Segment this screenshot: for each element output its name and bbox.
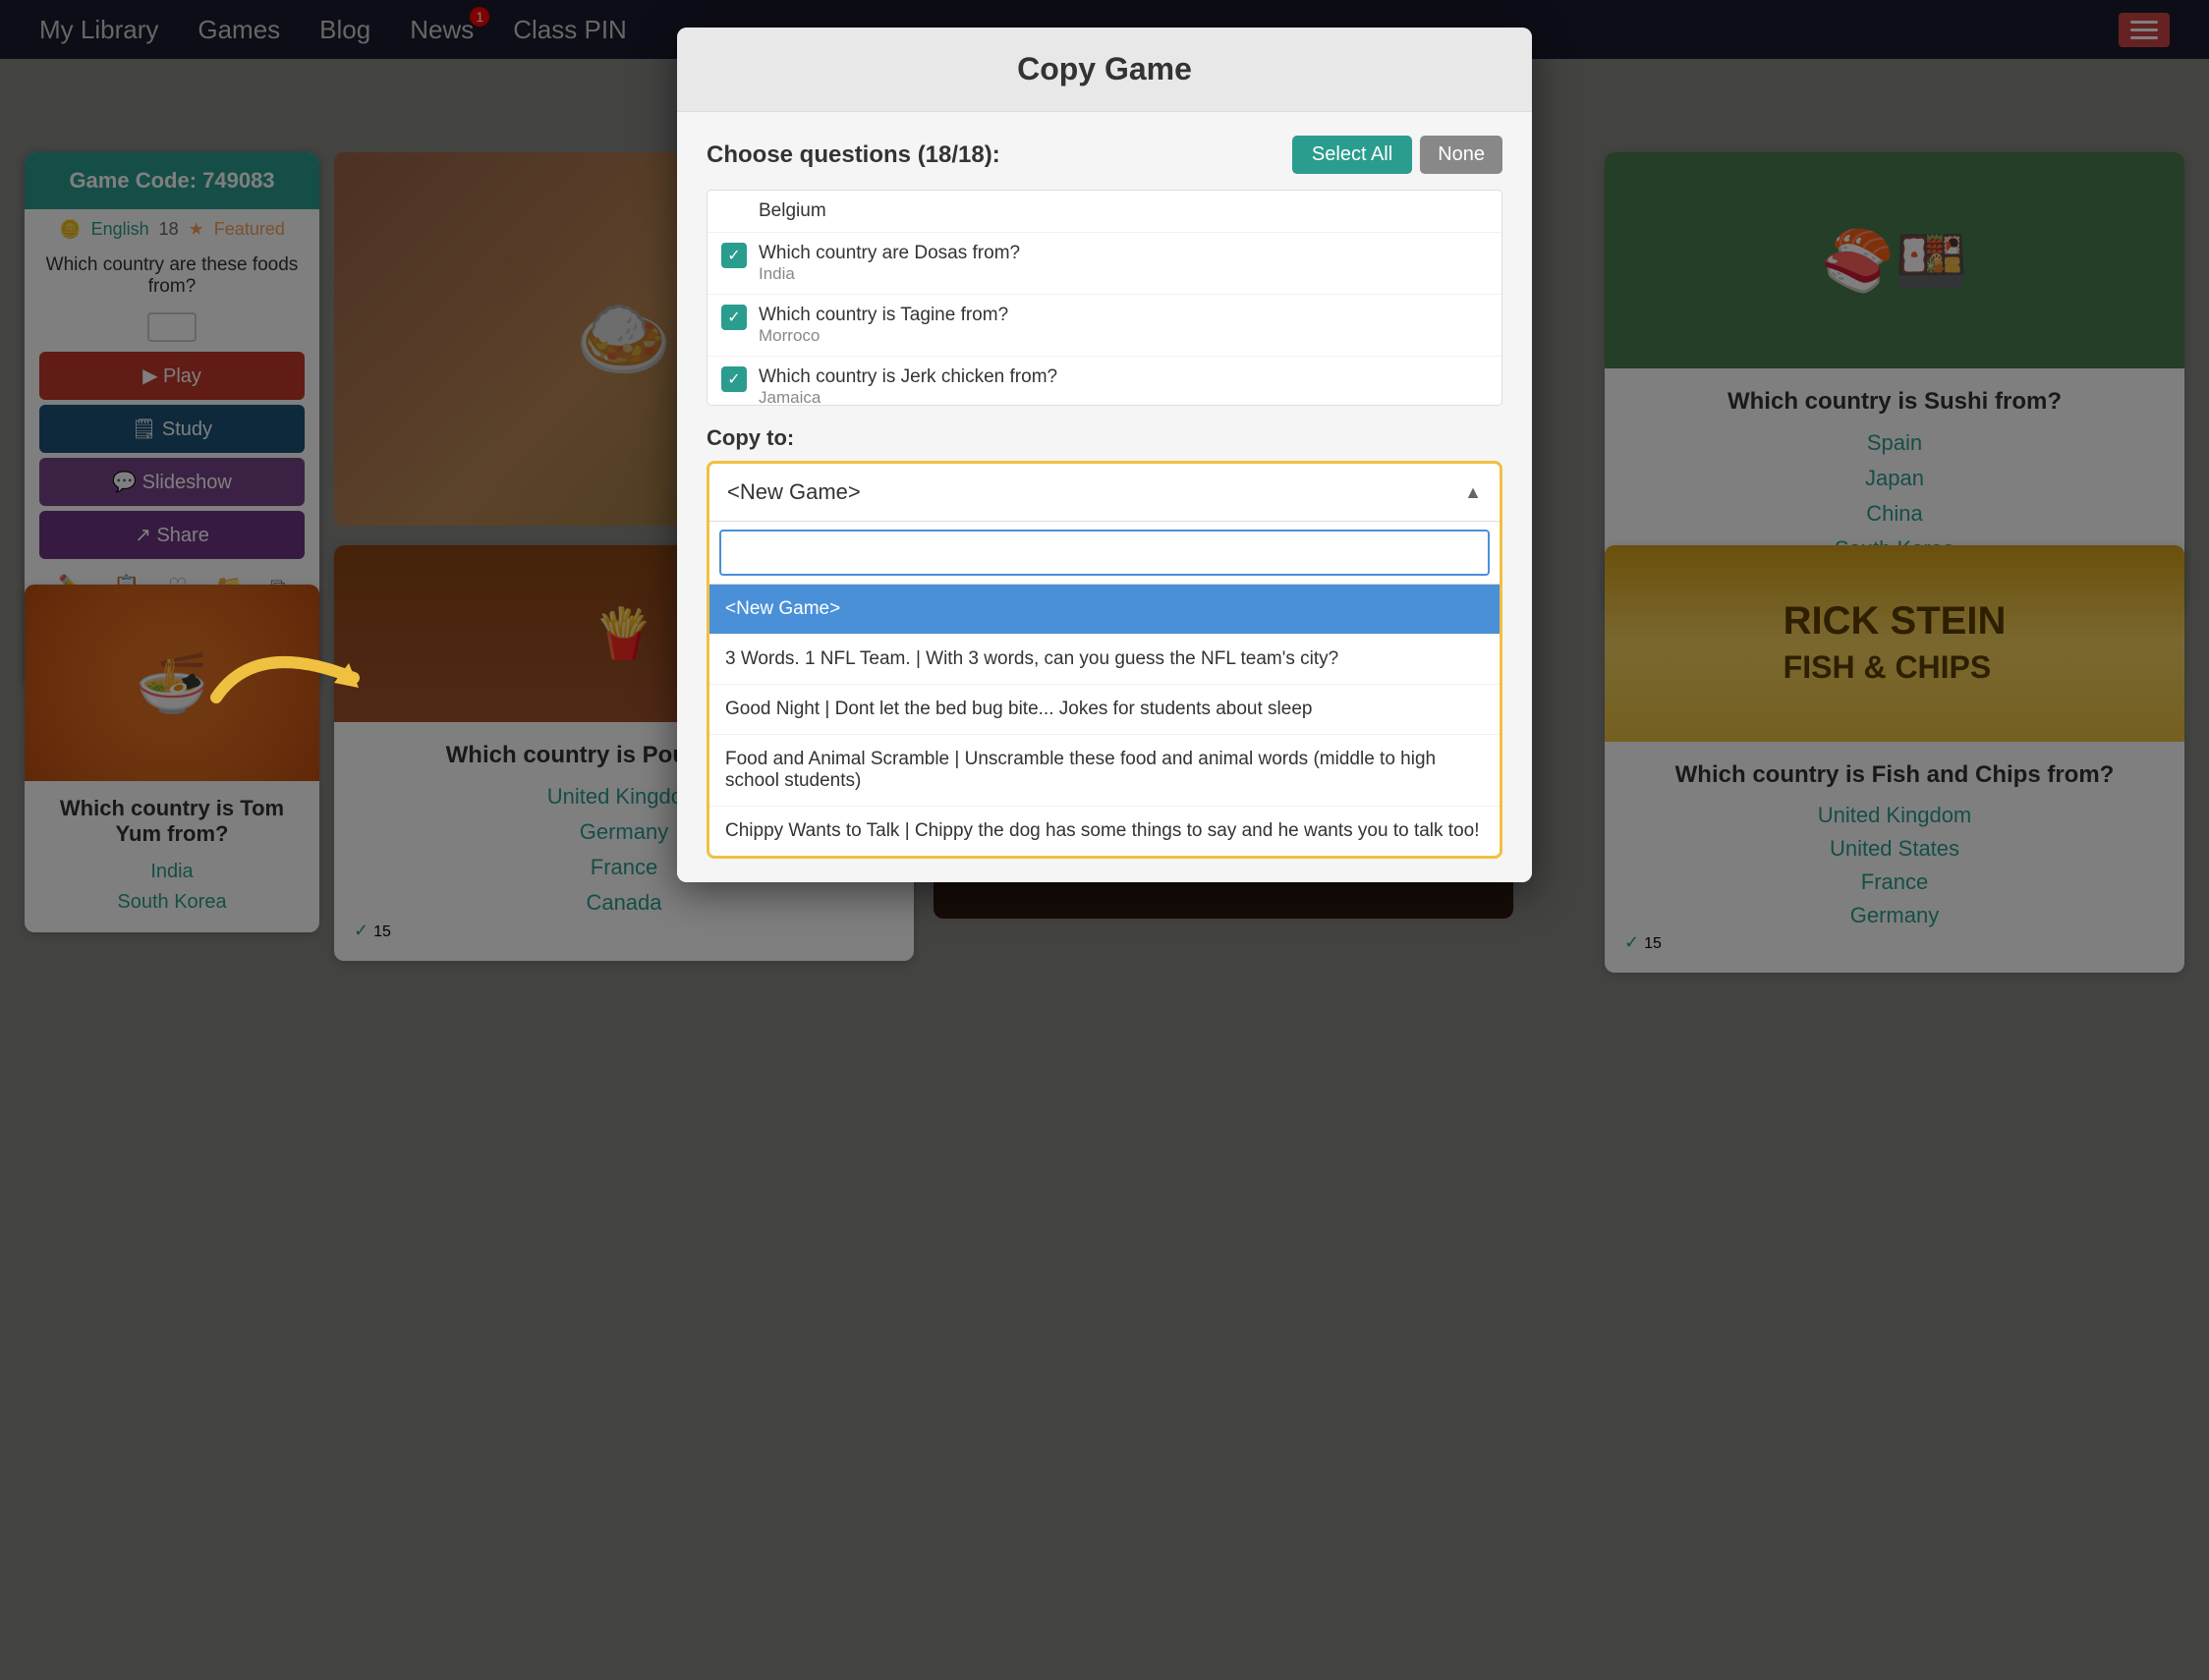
dropdown-selected-value[interactable]: <New Game> ▲ xyxy=(709,464,1500,522)
question-checkbox[interactable]: ✓ xyxy=(721,243,747,268)
none-button[interactable]: None xyxy=(1420,136,1502,174)
question-sub: India xyxy=(759,264,1020,284)
question-checkbox[interactable]: ✓ xyxy=(721,366,747,392)
question-item-jerk[interactable]: ✓ Which country is Jerk chicken from? Ja… xyxy=(708,357,1501,406)
question-content: Which country are Dosas from? India xyxy=(759,243,1020,284)
dropdown-option-food-scramble[interactable]: Food and Animal Scramble | Unscramble th… xyxy=(709,735,1500,807)
modal-title: Copy Game xyxy=(677,28,1532,112)
question-content: Which country is Jerk chicken from? Jama… xyxy=(759,366,1057,406)
question-item-belgium: Belgium xyxy=(708,191,1501,233)
dropdown-arrow-icon: ▲ xyxy=(1464,482,1482,503)
dropdown-option-new-game[interactable]: <New Game> xyxy=(709,585,1500,635)
choose-actions: Select All None xyxy=(1292,136,1502,174)
dropdown-options-list: <New Game> 3 Words. 1 NFL Team. | With 3… xyxy=(709,585,1500,856)
question-sub: Jamaica xyxy=(759,388,1057,406)
copy-game-modal: Copy Game Choose questions (18/18): Sele… xyxy=(677,28,1532,882)
question-item-tagine[interactable]: ✓ Which country is Tagine from? Morroco xyxy=(708,295,1501,357)
question-content: Which country is Tagine from? Morroco xyxy=(759,305,1008,346)
questions-list: Belgium ✓ Which country are Dosas from? … xyxy=(707,190,1502,406)
dropdown-option-good-night[interactable]: Good Night | Dont let the bed bug bite..… xyxy=(709,685,1500,735)
dropdown-current-value: <New Game> xyxy=(727,479,861,505)
copy-to-label: Copy to: xyxy=(707,425,1502,451)
dropdown-option-chippy[interactable]: Chippy Wants to Talk | Chippy the dog ha… xyxy=(709,807,1500,856)
dropdown-option-nfl[interactable]: 3 Words. 1 NFL Team. | With 3 words, can… xyxy=(709,635,1500,685)
question-checkbox[interactable]: ✓ xyxy=(721,305,747,330)
choose-label: Choose questions (18/18): xyxy=(707,141,1000,169)
question-item-dosas[interactable]: ✓ Which country are Dosas from? India xyxy=(708,233,1501,295)
choose-questions-header: Choose questions (18/18): Select All Non… xyxy=(707,136,1502,174)
dropdown-search-area xyxy=(709,522,1500,585)
modal-body: Choose questions (18/18): Select All Non… xyxy=(677,112,1532,882)
question-sub: Morroco xyxy=(759,326,1008,346)
dropdown-search-input[interactable] xyxy=(719,530,1490,576)
question-text: Belgium xyxy=(759,200,826,222)
question-text: Which country is Jerk chicken from? xyxy=(759,366,1057,388)
copy-to-dropdown[interactable]: <New Game> ▲ <New Game> 3 Words. 1 NFL T… xyxy=(707,461,1502,859)
question-text: Which country are Dosas from? xyxy=(759,243,1020,264)
question-text: Which country is Tagine from? xyxy=(759,305,1008,326)
select-all-button[interactable]: Select All xyxy=(1292,136,1412,174)
